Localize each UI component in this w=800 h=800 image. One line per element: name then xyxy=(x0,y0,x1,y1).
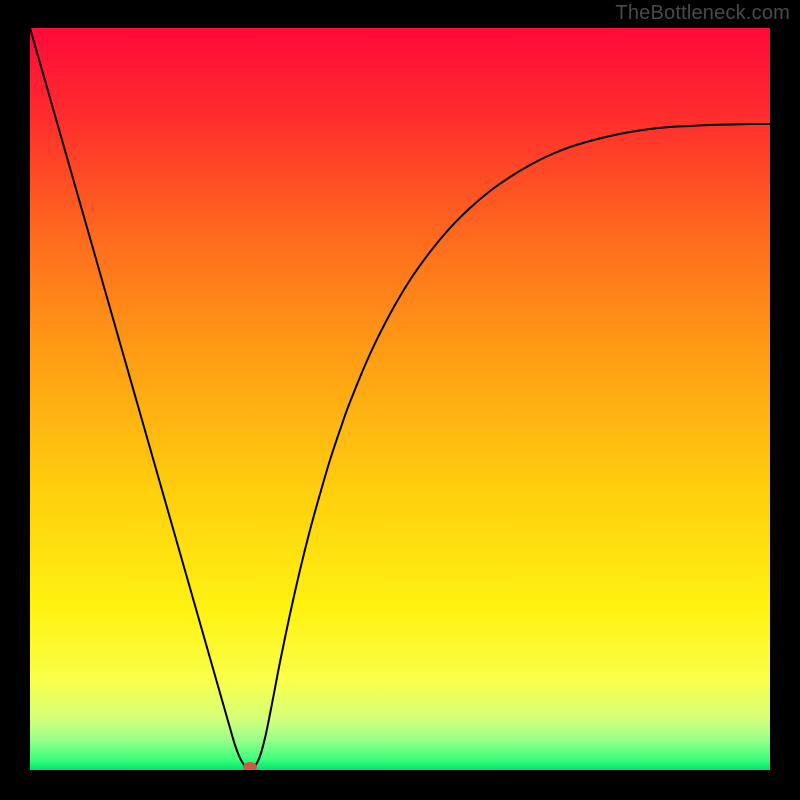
chart-frame: TheBottleneck.com xyxy=(0,0,800,800)
gradient-background xyxy=(30,28,770,770)
chart-svg xyxy=(30,28,770,770)
plot-area xyxy=(30,28,770,770)
watermark-text: TheBottleneck.com xyxy=(615,2,790,25)
